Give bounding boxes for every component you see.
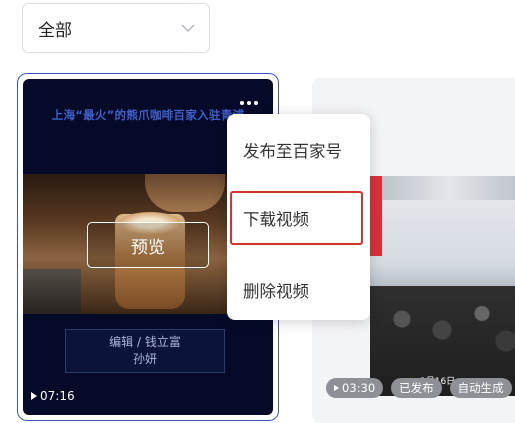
play-icon xyxy=(31,392,37,400)
credit-box: 编辑 / 钱立富 孙妍 xyxy=(65,329,225,373)
canopy-shape xyxy=(370,176,515,200)
video-thumbnail-2[interactable]: 3月16日 xyxy=(370,176,515,396)
duration-text: 07:16 xyxy=(40,389,75,403)
play-icon xyxy=(334,385,339,391)
red-sign-shape xyxy=(370,176,382,256)
menu-item-publish[interactable]: 发布至百家号 xyxy=(227,124,370,176)
filter-selected-value: 全部 xyxy=(38,20,72,41)
milk-pitcher-shape xyxy=(145,174,225,212)
video-duration: 07:16 xyxy=(31,389,75,403)
menu-item-delete[interactable]: 删除视频 xyxy=(227,264,370,316)
chevron-down-icon xyxy=(181,24,195,33)
more-horizontal-icon xyxy=(240,101,244,105)
more-options-button[interactable] xyxy=(236,96,262,110)
preview-button[interactable]: 预览 xyxy=(87,222,209,268)
espresso-machine-shape xyxy=(23,269,81,314)
video-tags: 03:30 已发布 自动生成 xyxy=(326,378,512,398)
credit-editor: 编辑 / 钱立富 xyxy=(109,335,181,349)
credit-name: 孙妍 xyxy=(132,352,157,366)
status-badge: 已发布 xyxy=(391,378,442,398)
download-highlight-box xyxy=(230,191,363,245)
auto-generated-badge: 自动生成 xyxy=(449,378,512,398)
category-filter-select[interactable]: 全部 xyxy=(22,3,210,53)
duration-tag: 03:30 xyxy=(326,378,384,398)
